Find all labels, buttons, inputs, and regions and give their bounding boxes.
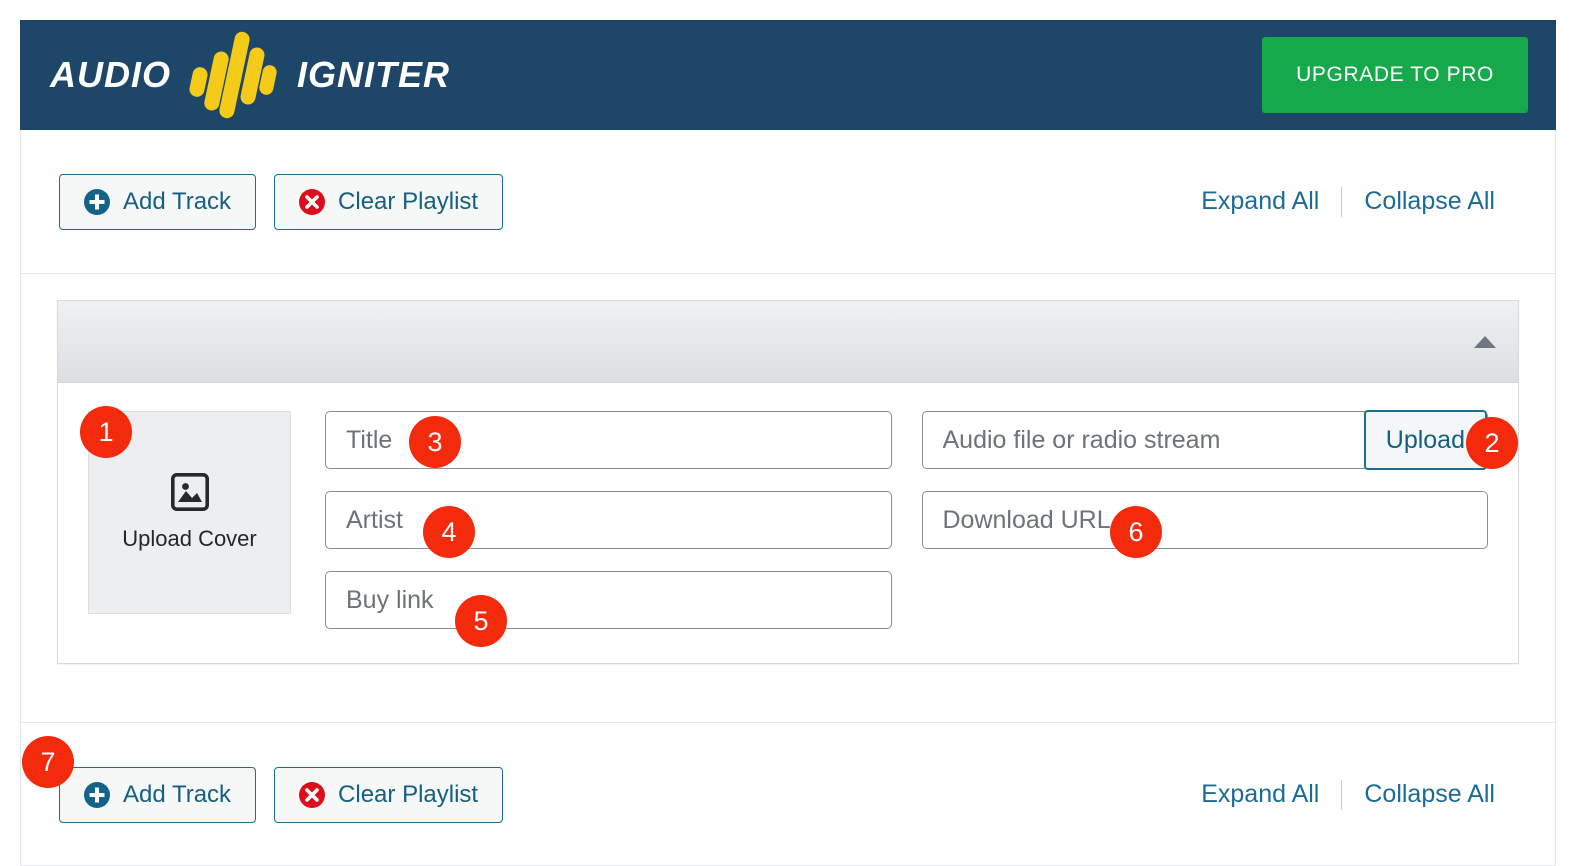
collapse-all-link-top[interactable]: Collapse All (1342, 187, 1517, 216)
artist-input[interactable] (325, 491, 892, 549)
playlist-card: Add Track Clear Playlist Expand All Coll… (20, 130, 1556, 866)
download-url-field-wrap (921, 491, 1488, 549)
toolbar-top: Add Track Clear Playlist Expand All Coll… (21, 130, 1555, 274)
toolbar-top-links: Expand All Collapse All (1179, 186, 1517, 217)
clear-playlist-button-top[interactable]: Clear Playlist (274, 173, 504, 230)
x-circle-icon (299, 781, 326, 808)
caret-up-icon[interactable] (1474, 335, 1496, 348)
clear-playlist-label-bottom: Clear Playlist (338, 780, 479, 808)
title-input[interactable] (325, 411, 892, 469)
track-body: Upload Cover Title Artist Buy link Audio… (58, 383, 1518, 663)
x-circle-icon (299, 188, 326, 215)
brand-word-right: IGNITER (297, 54, 451, 95)
audio-field-wrap: Upload (921, 410, 1488, 470)
upgrade-to-pro-button[interactable]: UPGRADE TO PRO (1262, 37, 1528, 113)
artist-field-wrap (325, 491, 892, 549)
toolbar-top-buttons: Add Track Clear Playlist (59, 173, 504, 230)
clear-playlist-button-bottom[interactable]: Clear Playlist (274, 766, 504, 823)
track-fields-right-column: Upload (921, 410, 1488, 629)
waveform-icon (189, 29, 279, 121)
track-fields-left-column (325, 411, 892, 629)
add-track-button-top[interactable]: Add Track (59, 173, 257, 230)
add-track-button-bottom[interactable]: Add Track (59, 766, 257, 823)
plus-circle-icon (84, 188, 110, 215)
buy-link-input[interactable] (325, 571, 892, 629)
title-field-wrap (325, 411, 892, 469)
toolbar-bottom: Add Track Clear Playlist Expand All Coll… (21, 722, 1555, 866)
plus-circle-icon (84, 781, 110, 808)
brand-logo: AUDIO IGNITER (50, 29, 450, 121)
track-header-toggle[interactable] (58, 301, 1518, 383)
upload-cover-dropzone[interactable]: Upload Cover (88, 411, 291, 614)
brand-header: AUDIO IGNITER UPGRADE TO PRO (20, 20, 1556, 130)
add-track-label-top: Add Track (123, 187, 232, 215)
toolbar-bottom-buttons: Add Track Clear Playlist (59, 766, 504, 823)
toolbar-bottom-links: Expand All Collapse All (1179, 779, 1517, 810)
audio-igniter-admin-screen: AUDIO IGNITER UPGRADE TO PRO Add Track C… (0, 0, 1574, 866)
expand-all-link-bottom[interactable]: Expand All (1179, 780, 1341, 809)
brand-word-left: AUDIO (50, 54, 171, 95)
tracks-area: Upload Cover Title Artist Buy link Audio… (21, 274, 1555, 722)
buy-link-field-wrap (325, 571, 892, 629)
track-item: Upload Cover Title Artist Buy link Audio… (57, 300, 1519, 664)
image-placeholder-icon (170, 472, 209, 516)
download-url-input[interactable] (921, 491, 1488, 549)
track-fields: Upload (325, 410, 1488, 629)
upload-audio-button[interactable]: Upload (1363, 410, 1487, 470)
upload-cover-label: Upload Cover (122, 526, 257, 551)
collapse-all-link-bottom[interactable]: Collapse All (1342, 780, 1517, 809)
expand-all-link-top[interactable]: Expand All (1179, 187, 1341, 216)
clear-playlist-label-top: Clear Playlist (338, 187, 479, 215)
add-track-label-bottom: Add Track (123, 780, 232, 808)
